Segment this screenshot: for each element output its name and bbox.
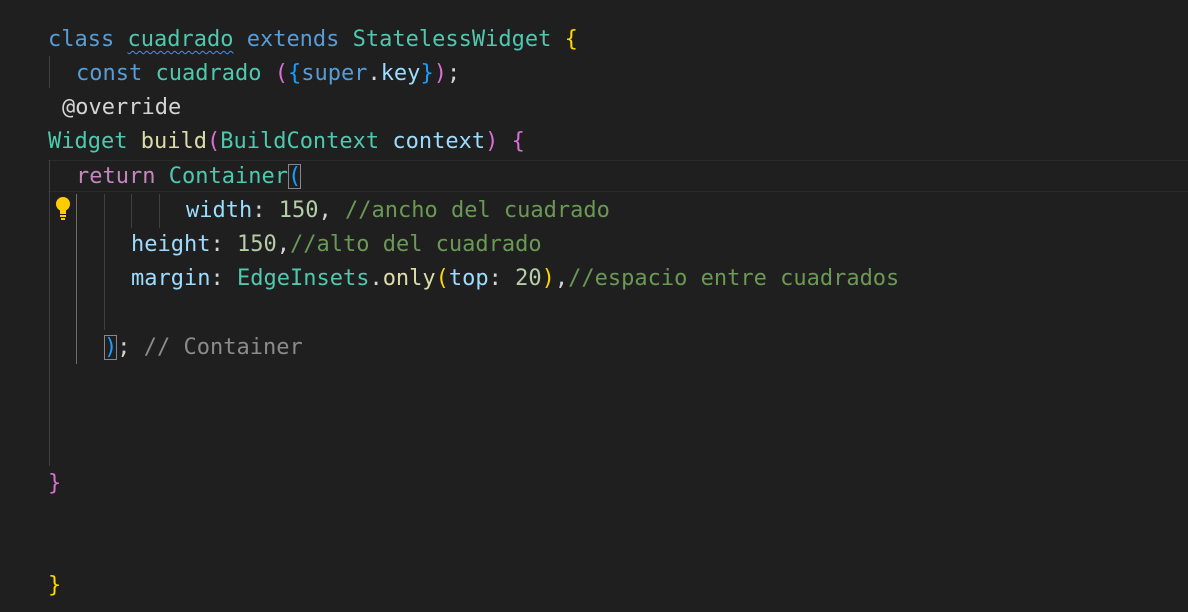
comma: , bbox=[554, 266, 569, 291]
code-line-3[interactable]: @override bbox=[62, 91, 181, 125]
key-param: key bbox=[380, 61, 421, 86]
dot: . bbox=[367, 61, 381, 86]
keyword-class: class bbox=[48, 27, 115, 52]
value-height: 150 bbox=[236, 232, 277, 257]
method-only: only bbox=[382, 266, 436, 291]
brace-close: } bbox=[48, 573, 62, 598]
code-line-8[interactable]: margin: EdgeInsets.only(top: 20),//espac… bbox=[131, 262, 899, 296]
colon: : bbox=[252, 198, 266, 223]
keyword-return: return bbox=[76, 164, 156, 189]
prop-height: height bbox=[131, 232, 211, 257]
brace-close: } bbox=[48, 471, 62, 496]
brace-open: { bbox=[511, 129, 525, 154]
paren-open: ( bbox=[435, 266, 449, 291]
param-name: context bbox=[392, 129, 486, 154]
class-name[interactable]: cuadrado bbox=[127, 27, 233, 52]
comment-width: //ancho del cuadrado bbox=[344, 198, 610, 223]
widget-container: Container bbox=[168, 164, 288, 189]
arg-top: top bbox=[448, 266, 489, 291]
paren-open: ( bbox=[274, 61, 288, 86]
colon: : bbox=[488, 266, 502, 291]
closing-label-hint: // Container bbox=[143, 335, 303, 360]
code-line-14[interactable]: } bbox=[48, 467, 61, 501]
return-type: Widget bbox=[48, 129, 128, 154]
indent-guide-active bbox=[76, 194, 77, 364]
comment-height: //alto del cuadrado bbox=[289, 232, 542, 257]
prop-width: width bbox=[186, 198, 253, 223]
code-line-7[interactable]: height: 150,//alto del cuadrado bbox=[131, 228, 542, 262]
value-width: 150 bbox=[278, 198, 319, 223]
code-editor[interactable]: class cuadrado extends StatelessWidget {… bbox=[0, 0, 1188, 612]
parent-class: StatelessWidget bbox=[352, 27, 552, 52]
paren-close: ) bbox=[433, 61, 447, 86]
indent-guide bbox=[159, 194, 160, 228]
constructor-name: cuadrado bbox=[155, 61, 262, 86]
semicolon: ; bbox=[117, 335, 131, 360]
keyword-extends: extends bbox=[246, 27, 340, 52]
comma: , bbox=[276, 232, 290, 257]
comment-margin: //espacio entre cuadrados bbox=[568, 266, 900, 291]
method-build: build bbox=[140, 129, 207, 154]
indent-guide bbox=[49, 56, 50, 88]
indent-guide bbox=[104, 194, 105, 330]
paren-close: ) bbox=[485, 129, 499, 154]
indent-guide bbox=[131, 194, 132, 228]
code-line-1[interactable]: class cuadrado extends StatelessWidget { bbox=[48, 23, 578, 57]
code-line-5[interactable]: return Container( bbox=[76, 160, 302, 194]
colon: : bbox=[210, 232, 224, 257]
code-line-4[interactable]: Widget build(BuildContext context) { bbox=[48, 125, 525, 159]
brace-close: } bbox=[420, 61, 434, 86]
code-line-2[interactable]: const cuadrado ({super.key}); bbox=[76, 57, 460, 91]
value-top: 20 bbox=[515, 266, 542, 291]
prop-margin: margin bbox=[131, 266, 211, 291]
colon: : bbox=[210, 266, 224, 291]
dot: . bbox=[369, 266, 383, 291]
indent-guide bbox=[49, 160, 50, 466]
paren-open: ( bbox=[206, 129, 221, 154]
annotation-override: @override bbox=[62, 95, 182, 120]
comma: , bbox=[318, 198, 332, 223]
semicolon: ; bbox=[446, 61, 461, 86]
code-line-10[interactable]: ); // Container bbox=[104, 331, 303, 365]
bracket-open: { bbox=[564, 27, 578, 52]
class-edgeinsets: EdgeInsets bbox=[236, 266, 370, 291]
param-type: BuildContext bbox=[220, 129, 380, 154]
paren-close-matched: ) bbox=[104, 335, 118, 360]
brace-open: { bbox=[287, 61, 302, 86]
lightbulb-icon[interactable] bbox=[55, 196, 71, 220]
paren-open-matched: ( bbox=[287, 164, 302, 189]
keyword-const: const bbox=[76, 61, 143, 86]
paren-close: ) bbox=[541, 266, 555, 291]
code-line-6[interactable]: width: 150, //ancho del cuadrado bbox=[186, 194, 610, 228]
keyword-super: super bbox=[301, 61, 368, 86]
code-line-17[interactable]: } bbox=[48, 569, 61, 603]
